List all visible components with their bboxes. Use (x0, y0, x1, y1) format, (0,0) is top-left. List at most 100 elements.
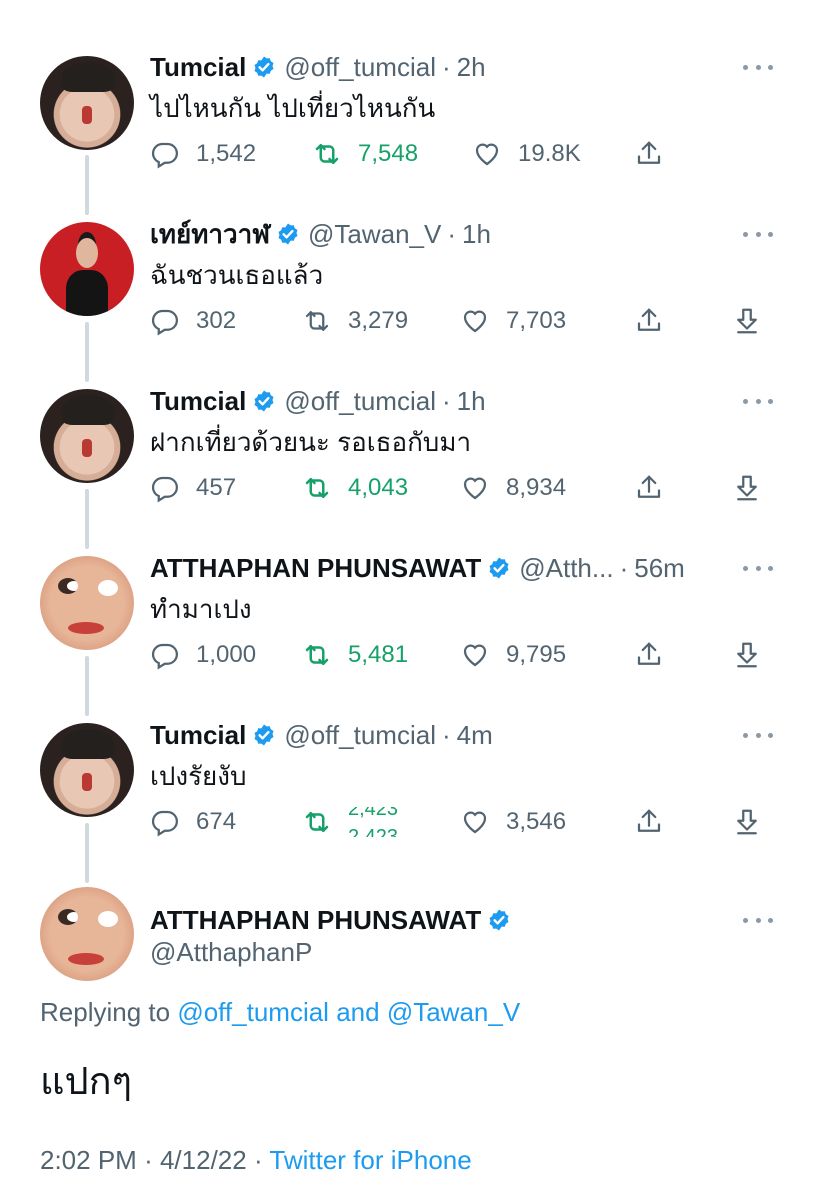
reply-button[interactable]: 1,000 (150, 635, 256, 675)
like-button[interactable]: 19.8K (472, 134, 581, 174)
download-button[interactable] (732, 301, 762, 341)
like-button[interactable]: 8,934 (460, 468, 566, 508)
avatar[interactable] (40, 389, 134, 483)
tweet-text: ทำมาเปง (150, 594, 252, 624)
reply-button[interactable]: 674 (150, 802, 236, 842)
tweet-time[interactable]: 4m (457, 720, 493, 751)
retweet-count: 4,043 (348, 474, 409, 501)
retweet-icon (305, 478, 329, 498)
share-button[interactable] (634, 635, 664, 675)
retweet-count: 5,481 (348, 641, 409, 668)
download-button[interactable] (732, 802, 762, 842)
retweet-button[interactable]: 5,481 (302, 635, 408, 675)
heart-icon (463, 310, 487, 333)
avatar[interactable] (40, 723, 134, 817)
more-icon[interactable] (743, 915, 773, 925)
like-count: 19.8K (518, 140, 581, 167)
like-count: 9,795 (506, 641, 567, 668)
avatar[interactable] (40, 556, 134, 650)
retweet-button[interactable]: 4,043 (302, 468, 408, 508)
tweet-actions: 302 3,279 7,703 (150, 301, 777, 341)
separator: · (253, 1145, 263, 1175)
tweet-actions: 1,000 5,481 9,795 (150, 635, 777, 675)
thread-line (85, 155, 89, 215)
author-handle[interactable]: @off_tumcial (284, 386, 436, 417)
reply-button[interactable]: 302 (150, 301, 236, 341)
replying-user-link[interactable]: @off_tumcial (177, 997, 329, 1027)
tweet-actions: 674 2,423 2,423 3,546 (150, 802, 777, 842)
like-button[interactable]: 3,546 (460, 802, 566, 842)
share-button[interactable] (634, 802, 664, 842)
tweet-time[interactable]: 1h (457, 386, 486, 417)
tweet-header: Tumcial @off_tumcial · 1h (150, 384, 777, 418)
share-button[interactable] (634, 468, 664, 508)
reply-button[interactable]: 457 (150, 468, 236, 508)
replying-to: Replying to @off_tumcial and @Tawan_V (40, 997, 520, 1028)
verified-badge-icon (278, 223, 298, 245)
reply-button[interactable]: 1,542 (150, 134, 256, 174)
reply-icon (151, 476, 178, 503)
heart-icon (463, 811, 487, 834)
tweet-header: Tumcial @off_tumcial · 4m (150, 718, 777, 752)
heart-icon (463, 644, 487, 667)
more-icon[interactable] (743, 730, 773, 740)
author-handle[interactable]: @Tawan_V (308, 219, 441, 250)
retweet-button[interactable]: 2,423 2,423 (302, 802, 418, 842)
tweet-text: ฝากเที่ยวด้วยนะ รอเธอกับมา (150, 427, 472, 457)
like-button[interactable]: 9,795 (460, 635, 566, 675)
reply-count: 457 (196, 474, 237, 501)
share-button[interactable] (634, 301, 664, 341)
heart-icon (463, 477, 487, 500)
author-name[interactable]: ATTHAPHAN PHUNSAWAT (150, 553, 481, 584)
author-handle[interactable]: @AtthaphanP (150, 937, 312, 968)
avatar[interactable] (40, 56, 134, 150)
share-icon (637, 141, 661, 164)
separator: · (619, 552, 629, 583)
more-icon[interactable] (743, 396, 773, 406)
retweet-icon (305, 812, 329, 832)
download-button[interactable] (732, 635, 762, 675)
author-name[interactable]: Tumcial (150, 386, 246, 417)
more-icon[interactable] (743, 229, 773, 239)
tweet-actions: 457 4,043 8,934 (150, 468, 777, 508)
separator: · (441, 719, 451, 750)
tweet-time[interactable]: 1h (462, 219, 491, 250)
tweet-date[interactable]: 4/12/22 (160, 1145, 247, 1175)
like-button[interactable]: 7,703 (460, 301, 566, 341)
share-button[interactable] (634, 134, 664, 174)
share-icon (637, 809, 661, 832)
author-name[interactable]: Tumcial (150, 720, 246, 751)
reply-icon (151, 643, 178, 670)
separator: · (447, 218, 457, 249)
retweet-button[interactable]: 3,279 (302, 301, 408, 341)
separator: · (441, 385, 451, 416)
author-handle[interactable]: @Atth... (519, 553, 613, 584)
more-icon[interactable] (743, 563, 773, 573)
replying-user-link[interactable]: @Tawan_V (387, 997, 520, 1027)
avatar[interactable] (40, 222, 134, 316)
download-button[interactable] (732, 468, 762, 508)
avatar[interactable] (40, 887, 134, 981)
more-icon[interactable] (743, 62, 773, 72)
tweet-timestamp[interactable]: 2:02 PM (40, 1145, 137, 1175)
reply-icon (151, 810, 178, 837)
retweet-icon (315, 144, 339, 164)
reply-icon (151, 309, 178, 336)
tweet-time[interactable]: 2h (457, 52, 486, 83)
retweet-count-rolling: 2,423 2,423 (348, 807, 418, 837)
retweet-button[interactable]: 7,548 (312, 134, 418, 174)
author-handle[interactable]: @off_tumcial (284, 720, 436, 751)
author-name[interactable]: เทย์ทาวาฬ (150, 214, 270, 255)
tweet-source-link[interactable]: Twitter for iPhone (269, 1145, 471, 1175)
author-name[interactable]: Tumcial (150, 52, 246, 83)
thread-line (85, 656, 89, 716)
tweet-time[interactable]: 56m (634, 553, 685, 584)
reply-count: 674 (196, 808, 237, 835)
author-handle[interactable]: @off_tumcial (284, 52, 436, 83)
retweet-icon (305, 645, 329, 665)
thread-line (85, 823, 89, 883)
author-name[interactable]: ATTHAPHAN PHUNSAWAT (150, 905, 481, 936)
tweet-header: ATTHAPHAN PHUNSAWAT @Atth... · 56m (150, 551, 777, 585)
retweet-icon (305, 311, 329, 331)
share-icon (637, 475, 661, 498)
